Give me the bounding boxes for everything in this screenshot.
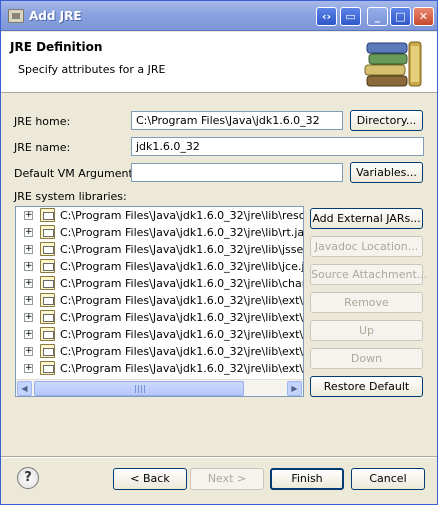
jar-icon — [40, 310, 55, 324]
expand-icon[interactable]: + — [24, 313, 33, 322]
page-description: Specify attributes for a JRE — [18, 63, 166, 76]
jar-icon — [40, 242, 55, 256]
footer-separator — [1, 456, 437, 458]
library-row[interactable]: + C:\Program Files\Java\jdk1.6.0_32\jre\l… — [16, 258, 303, 275]
help-icon[interactable]: ? — [17, 467, 39, 489]
maximize-icon[interactable]: □ — [390, 7, 411, 26]
remove-button[interactable]: Remove — [310, 292, 423, 313]
scroll-right-icon[interactable]: ▶ — [287, 381, 302, 396]
library-row[interactable]: + C:\Program Files\Java\jdk1.6.0_32\jre\l… — [16, 275, 303, 292]
expand-icon[interactable]: + — [24, 262, 33, 271]
source-attachment-button[interactable]: Source Attachment... — [310, 264, 427, 285]
library-row[interactable]: + C:\Program Files\Java\jdk1.6.0_32\jre\l… — [16, 343, 303, 360]
wizard-banner: JRE Definition Specify attributes for a … — [1, 32, 437, 93]
window-restore-icon[interactable]: ▭ — [340, 7, 361, 26]
next-button[interactable]: Next > — [190, 468, 264, 490]
window-title: Add JRE — [29, 9, 82, 23]
jre-name-label: JRE name: — [14, 141, 71, 154]
jar-icon — [40, 225, 55, 239]
title-bar[interactable]: Add JRE ‹› ▭ _ □ ✕ — [1, 1, 437, 31]
library-row[interactable]: + C:\Program Files\Java\jdk1.6.0_32\jre\l… — [16, 360, 303, 377]
window-nav-icon[interactable]: ‹› — [316, 7, 337, 26]
expand-icon[interactable]: + — [24, 296, 33, 305]
directory-button[interactable]: Directory... — [350, 110, 423, 131]
jar-icon — [40, 344, 55, 358]
scroll-left-icon[interactable]: ◀ — [17, 381, 32, 396]
close-icon[interactable]: ✕ — [413, 7, 434, 26]
back-button[interactable]: < Back — [113, 468, 187, 490]
jre-home-label: JRE home: — [14, 115, 71, 128]
window-app-icon — [8, 9, 24, 23]
library-row[interactable]: + C:\Program Files\Java\jdk1.6.0_32\jre\l… — [16, 207, 303, 224]
expand-icon[interactable]: + — [24, 279, 33, 288]
library-row[interactable]: + C:\Program Files\Java\jdk1.6.0_32\jre\l… — [16, 309, 303, 326]
finish-button[interactable]: Finish — [270, 468, 344, 490]
javadoc-location-button[interactable]: Javadoc Location... — [310, 236, 423, 257]
expand-icon[interactable]: + — [24, 364, 33, 373]
horizontal-scrollbar[interactable]: ◀ ▶ — [16, 379, 303, 396]
restore-default-button[interactable]: Restore Default — [310, 376, 423, 397]
cancel-button[interactable]: Cancel — [351, 468, 425, 490]
scrollbar-thumb[interactable] — [34, 381, 244, 396]
libraries-tree[interactable]: + C:\Program Files\Java\jdk1.6.0_32\jre\l… — [15, 206, 304, 397]
jar-icon — [40, 259, 55, 273]
jar-icon — [40, 208, 55, 222]
grip-icon — [135, 385, 145, 393]
expand-icon[interactable]: + — [24, 330, 33, 339]
add-jre-dialog: Add JRE ‹› ▭ _ □ ✕ JRE Definition Specif… — [0, 0, 438, 505]
up-button[interactable]: Up — [310, 320, 423, 341]
vm-args-label: Default VM Arguments: — [14, 167, 143, 180]
jre-home-field[interactable]: C:\Program Files\Java\jdk1.6.0_32 — [131, 111, 343, 130]
library-books-icon — [364, 41, 422, 87]
library-row[interactable]: + C:\Program Files\Java\jdk1.6.0_32\jre\l… — [16, 224, 303, 241]
libraries-label: JRE system libraries: — [14, 190, 127, 203]
expand-icon[interactable]: + — [24, 211, 33, 220]
jar-icon — [40, 293, 55, 307]
down-button[interactable]: Down — [310, 348, 423, 369]
jar-icon — [40, 276, 55, 290]
library-row[interactable]: + C:\Program Files\Java\jdk1.6.0_32\jre\l… — [16, 326, 303, 343]
expand-icon[interactable]: + — [24, 245, 33, 254]
library-row[interactable]: + C:\Program Files\Java\jdk1.6.0_32\jre\l… — [16, 241, 303, 258]
vm-args-field[interactable] — [131, 163, 343, 182]
add-external-jars-button[interactable]: Add External JARs... — [310, 208, 423, 229]
expand-icon[interactable]: + — [24, 347, 33, 356]
jar-icon — [40, 327, 55, 341]
jre-name-field[interactable]: jdk1.6.0_32 — [131, 137, 424, 156]
library-row[interactable]: + C:\Program Files\Java\jdk1.6.0_32\jre\l… — [16, 292, 303, 309]
variables-button[interactable]: Variables... — [350, 162, 423, 183]
minimize-icon[interactable]: _ — [367, 7, 388, 26]
jar-icon — [40, 361, 55, 375]
expand-icon[interactable]: + — [24, 228, 33, 237]
page-title: JRE Definition — [10, 40, 103, 54]
